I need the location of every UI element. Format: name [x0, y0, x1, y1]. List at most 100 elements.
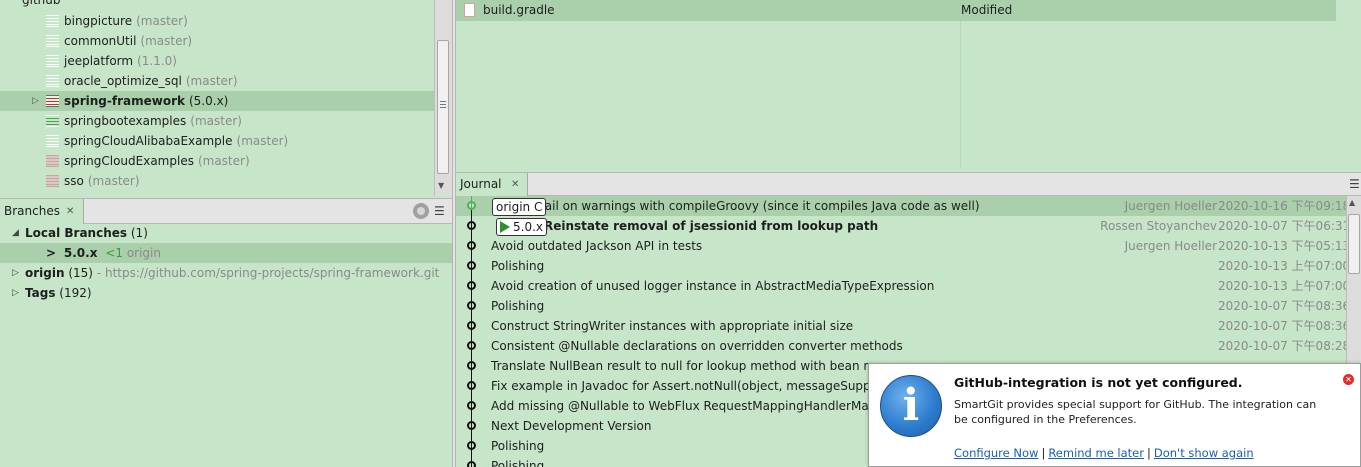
link-separator: | — [1041, 446, 1046, 460]
files-pane-margin — [1336, 0, 1361, 168]
repo-item[interactable]: sso (master) — [0, 171, 434, 191]
collapsed-arrow-icon[interactable]: ▷ — [32, 91, 39, 111]
commit-date: 2020-10-13 上午07:00 — [1218, 259, 1346, 273]
repo-branch: (5.0.x) — [188, 94, 229, 108]
notification-title: GitHub-integration is not yet configured… — [954, 375, 1243, 390]
repo-item[interactable]: ▷ spring-framework (5.0.x) — [0, 91, 434, 111]
notification-links: Configure Now | Remind me later | Don't show… — [954, 446, 1254, 460]
commit-row[interactable]: Construct StringWriter instances with ap… — [456, 316, 1346, 336]
commit-row[interactable]: Avoid outdated Jackson API in tests Juerg… — [456, 236, 1346, 256]
tab-journal-label: Journal — [460, 177, 502, 191]
remote-name: origin — [25, 266, 65, 280]
journal-header — [456, 172, 1361, 196]
commit-date: 2020-10-07 下午08:28 — [1218, 339, 1346, 353]
repo-branch: (master) — [197, 154, 250, 168]
menu-icon[interactable]: ☰ — [1349, 177, 1360, 191]
repo-label: springCloudExamples (master) — [64, 151, 250, 171]
remote-url: - https://github.com/spring-projects/spr… — [96, 266, 440, 280]
tab-branches-label: Branches — [4, 204, 60, 218]
configure-now-link[interactable]: Configure Now — [954, 446, 1038, 460]
commit-row[interactable]: Fail on warnings with compileGroovy (sin… — [456, 196, 1346, 216]
scroll-up-icon[interactable]: ▲ — [1349, 198, 1355, 207]
commit-date: 2020-10-07 下午08:36 — [1218, 299, 1346, 313]
commit-message: Reinstate removal of jsessionid from loo… — [544, 219, 879, 233]
repo-branch: (master) — [140, 34, 193, 48]
repo-name: commonUtil — [64, 34, 137, 48]
expanded-arrow-icon[interactable]: ◢ — [12, 223, 19, 243]
branch-tracking: origin — [126, 246, 161, 260]
link-separator: | — [1147, 446, 1151, 460]
commit-row[interactable]: Consistent @Nullable declarations on ove… — [456, 336, 1346, 356]
repo-item[interactable]: oracle_optimize_sql (master) — [0, 71, 434, 91]
commit-row[interactable]: Reinstate removal of jsessionid from loo… — [456, 216, 1346, 236]
commit-date: 2020-10-07 下午06:31 — [1218, 219, 1346, 233]
dont-show-again-link[interactable]: Don't show again — [1154, 446, 1254, 460]
repo-label: sso (master) — [64, 171, 140, 191]
graph-line — [471, 210, 472, 467]
repo-name: springCloudExamples — [64, 154, 194, 168]
tags-node[interactable]: ▷ Tags (192) — [0, 283, 452, 303]
repo-group-label: github — [22, 0, 61, 7]
tab-journal[interactable]: Journal ✕ — [456, 173, 528, 196]
close-icon[interactable]: ✕ — [1343, 374, 1354, 385]
repo-group-github[interactable]: github — [0, 0, 434, 10]
commit-row[interactable]: Avoid creation of unused logger instance… — [456, 276, 1346, 296]
repo-label: commonUtil (master) — [64, 31, 192, 51]
commit-row[interactable]: Polishing 2020-10-13 上午07:00 — [456, 256, 1346, 276]
tab-branches[interactable]: Branches ✕ — [0, 199, 84, 224]
repository-modified-icon — [46, 95, 59, 107]
repositories-scroll-thumb[interactable] — [437, 40, 449, 174]
close-icon[interactable]: ✕ — [66, 199, 74, 224]
commit-author: Juergen Hoeller — [1124, 199, 1217, 213]
commit-message: Next Development Version — [491, 419, 652, 433]
collapsed-arrow-icon[interactable]: ▷ — [12, 263, 19, 283]
menu-icon[interactable]: ☰ — [434, 204, 445, 218]
journal-scroll-thumb[interactable] — [1348, 214, 1360, 274]
repo-item[interactable]: springCloudAlibabaExample (master) — [0, 131, 434, 151]
github-icon[interactable] — [413, 203, 429, 219]
commit-message: Construct StringWriter instances with ap… — [491, 319, 854, 333]
repo-branch: (master) — [87, 174, 140, 188]
repo-label: jeeplatform (1.1.0) — [64, 51, 177, 71]
close-icon[interactable]: ✕ — [511, 173, 519, 196]
scroll-down-icon[interactable]: ▼ — [438, 181, 444, 190]
repo-item[interactable]: jeeplatform (1.1.0) — [0, 51, 434, 71]
repo-label: springbootexamples (master) — [64, 111, 242, 131]
remind-later-link[interactable]: Remind me later — [1048, 446, 1144, 460]
commit-author: Juergen Hoeller — [1124, 239, 1217, 253]
repo-branch: (master) — [136, 14, 188, 28]
commit-row[interactable]: Polishing 2020-10-07 下午08:36 — [456, 296, 1346, 316]
repo-item[interactable]: commonUtil (master) — [0, 31, 434, 51]
repo-item[interactable]: springbootexamples (master) — [0, 111, 434, 131]
repo-name: jeeplatform — [64, 54, 134, 68]
commit-message: Translate NullBean result to null for lo… — [491, 359, 879, 373]
repository-icon — [46, 75, 59, 87]
origin-ref-label: origin C — [492, 198, 547, 216]
collapsed-arrow-icon[interactable]: ▷ — [12, 283, 19, 303]
repo-branch: (master) — [185, 74, 238, 88]
repository-icon — [46, 15, 59, 27]
local-branches-node[interactable]: ◢ Local Branches (1) — [0, 223, 452, 243]
repository-red-icon — [46, 175, 59, 187]
tags-label: Tags — [25, 286, 56, 300]
repo-name: bingpicture — [64, 14, 133, 28]
repositories-pane: github bingpicture (master) commonUtil (mas… — [0, 0, 452, 196]
repo-label: spring-framework (5.0.x) — [64, 91, 228, 111]
commit-message: Add missing @Nullable to WebFlux Request… — [491, 399, 877, 413]
repo-name: oracle_optimize_sql — [64, 74, 182, 88]
repo-name: springbootexamples — [64, 114, 187, 128]
remote-count: (15) — [68, 266, 93, 280]
commit-message: Consistent @Nullable declarations on ove… — [491, 339, 903, 353]
modified-file-icon — [464, 3, 475, 17]
repository-icon — [46, 55, 59, 67]
commit-message: Polishing — [491, 439, 545, 453]
branch-item-5-0-x[interactable]: > 5.0.x <1 origin — [0, 243, 452, 263]
repository-red-icon — [46, 155, 59, 167]
branch-behind-count: <1 — [105, 246, 123, 260]
local-branch-ref-label: 5.0.x — [496, 218, 547, 236]
file-row[interactable] — [456, 0, 1336, 21]
repo-item[interactable]: springCloudExamples (master) — [0, 151, 434, 171]
remote-origin-node[interactable]: ▷ origin (15) - https://github.com/sprin… — [0, 263, 452, 283]
repo-label: oracle_optimize_sql (master) — [64, 71, 238, 91]
repo-item[interactable]: bingpicture (master) — [0, 11, 434, 31]
